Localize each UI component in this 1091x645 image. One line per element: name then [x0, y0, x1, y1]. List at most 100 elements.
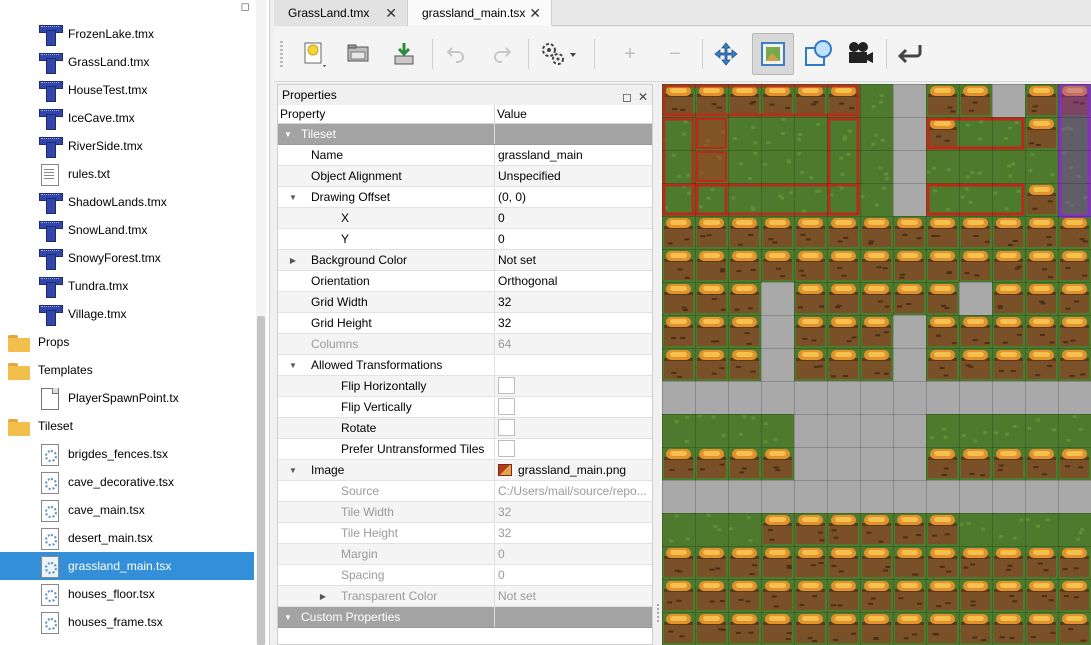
expand-arrow-icon[interactable]: ▼ [283, 124, 293, 144]
tree-item-icecave-tmx[interactable]: IceCave.tmx [0, 104, 254, 132]
property-row-margin[interactable]: Margin 0 [278, 544, 652, 565]
tree-item-templates[interactable]: Templates [0, 356, 254, 384]
tileset-view[interactable] [662, 84, 1091, 645]
checkbox-flip-vertically[interactable] [498, 398, 515, 416]
float-icon[interactable]: ◻ [622, 87, 632, 107]
tree-item-grassland-main-tsx[interactable]: grassland_main.tsx [0, 552, 254, 580]
undo-button[interactable] [438, 35, 474, 73]
back-button[interactable] [892, 35, 928, 73]
property-row-flip-vertically[interactable]: Flip Vertically [278, 397, 652, 418]
property-row-source[interactable]: Source C:/Users/mail/source/repo... [278, 481, 652, 502]
tree-item-houses-floor-tsx[interactable]: houses_floor.tsx [0, 580, 254, 608]
checkbox-flip-horizontally[interactable] [498, 377, 515, 395]
property-value[interactable] [495, 397, 652, 417]
property-row-allowed-transformations[interactable]: ▼ Allowed Transformations [278, 355, 652, 376]
property-row-background-color[interactable]: ▶ Background Color Not set [278, 250, 652, 271]
edit-animation-button[interactable] [842, 35, 878, 73]
tree-item-shadowlands-tmx[interactable]: ShadowLands.tmx [0, 188, 254, 216]
toolbar-grip[interactable] [280, 41, 283, 69]
tree-item-tundra-tmx[interactable]: Tundra.tmx [0, 272, 254, 300]
tileset-image[interactable] [662, 84, 1091, 645]
close-icon[interactable]: ✕ [638, 87, 648, 107]
property-value[interactable]: Not set [495, 250, 652, 270]
property-row-grid-width[interactable]: Grid Width 32 [278, 292, 652, 313]
property-value[interactable]: 32 [495, 313, 652, 333]
property-value[interactable]: (0, 0) [495, 187, 652, 207]
property-row-prefer-untransformed-tiles[interactable]: Prefer Untransformed Tiles [278, 439, 652, 460]
property-row-x[interactable]: X0 [278, 208, 652, 229]
property-row-orientation[interactable]: Orientation Orthogonal [278, 271, 652, 292]
edit-terrain-button[interactable] [752, 33, 794, 75]
property-row-columns[interactable]: Columns 64 [278, 334, 652, 355]
tree-item-brigdes-fences-tsx[interactable]: brigdes_fences.tsx [0, 440, 254, 468]
property-value[interactable]: Unspecified [495, 166, 652, 186]
tab-grassland-tmx[interactable]: GrassLand.tmx ✕ [274, 0, 408, 26]
panel-splitter[interactable] [654, 84, 662, 645]
close-icon[interactable]: ✕ [529, 5, 541, 22]
property-group-tileset[interactable]: ▼ Tileset [278, 124, 652, 145]
collapse-arrow-icon[interactable]: ▼ [288, 355, 298, 375]
tree-item-cave-main-tsx[interactable]: cave_main.tsx [0, 496, 254, 524]
property-row-spacing[interactable]: Spacing 0 [278, 565, 652, 586]
property-value[interactable]: 0 [495, 229, 652, 249]
tree-item-rules-txt[interactable]: rules.txt [0, 160, 254, 188]
property-row-rotate[interactable]: Rotate [278, 418, 652, 439]
tree-item-desert-main-tsx[interactable]: desert_main.tsx [0, 524, 254, 552]
close-icon[interactable]: ✕ [385, 5, 397, 22]
property-value[interactable]: 32 [495, 292, 652, 312]
tree-item-frozenlake-tmx[interactable]: FrozenLake.tmx [0, 20, 254, 48]
column-header-value[interactable]: Value [495, 105, 527, 123]
tree-item-playerspawnpoint-tx[interactable]: PlayerSpawnPoint.tx [0, 384, 254, 412]
tree-item-props[interactable]: Props [0, 328, 254, 356]
scrollbar-thumb[interactable] [257, 316, 265, 645]
tree-item-grassland-tmx[interactable]: GrassLand.tmx [0, 48, 254, 76]
tab-grassland-main-tsx[interactable]: grassland_main.tsx ✕ [408, 0, 552, 26]
project-scrollbar[interactable] [256, 0, 266, 645]
float-icon[interactable]: ◻ [241, 0, 250, 14]
collapse-arrow-icon[interactable]: ▼ [288, 187, 298, 207]
tree-item-cave-decorative-tsx[interactable]: cave_decorative.tsx [0, 468, 254, 496]
property-row-flip-horizontally[interactable]: Flip Horizontally [278, 376, 652, 397]
column-header-property[interactable]: Property [278, 105, 495, 123]
property-row-transparent-color[interactable]: ▶ Transparent Color Not set [278, 586, 652, 607]
property-row-image[interactable]: ▼ Image grassland_main.png [278, 460, 652, 481]
expand-arrow-icon[interactable]: ▶ [288, 250, 298, 270]
edit-collision-button[interactable] [800, 35, 836, 73]
property-value[interactable] [495, 355, 652, 375]
property-value[interactable] [495, 418, 652, 438]
collapse-arrow-icon[interactable]: ▼ [288, 460, 298, 480]
checkbox-rotate[interactable] [498, 419, 515, 437]
property-row-name[interactable]: Name grassland_main [278, 145, 652, 166]
tree-item-tileset[interactable]: Tileset [0, 412, 254, 440]
tree-item-riverside-tmx[interactable]: RiverSide.tmx [0, 132, 254, 160]
checkbox-prefer-untransformed-tiles[interactable] [498, 440, 515, 458]
property-value[interactable]: grassland_main.png [495, 460, 652, 480]
property-value[interactable] [495, 439, 652, 459]
property-row-y[interactable]: Y0 [278, 229, 652, 250]
property-value[interactable]: Orthogonal [495, 271, 652, 291]
tileset-properties-button[interactable] [534, 35, 584, 73]
tree-item-village-tmx[interactable]: Village.tmx [0, 300, 254, 328]
expand-arrow-icon[interactable]: ▼ [283, 607, 293, 627]
tree-item-snowland-tmx[interactable]: SnowLand.tmx [0, 216, 254, 244]
property-row-tile-width[interactable]: Tile Width 32 [278, 502, 652, 523]
rearrange-tiles-button[interactable] [708, 35, 744, 73]
property-row-grid-height[interactable]: Grid Height 32 [278, 313, 652, 334]
remove-tiles-button[interactable]: − [657, 35, 693, 73]
expand-arrow-icon[interactable]: ▶ [318, 586, 328, 606]
tree-item-snowyforest-tmx[interactable]: SnowyForest.tmx [0, 244, 254, 272]
open-button[interactable] [340, 35, 376, 73]
property-value[interactable] [495, 376, 652, 396]
new-tileset-button[interactable] [296, 35, 332, 73]
tree-item-houses-frame-tsx[interactable]: houses_frame.tsx [0, 608, 254, 636]
property-row-tile-height[interactable]: Tile Height 32 [278, 523, 652, 544]
save-button[interactable] [386, 35, 422, 73]
property-row-object-alignment[interactable]: Object Alignment Unspecified [278, 166, 652, 187]
redo-button[interactable] [484, 35, 520, 73]
property-row-drawing-offset[interactable]: ▼ Drawing Offset (0, 0) [278, 187, 652, 208]
property-group-custom-properties[interactable]: ▼ Custom Properties [278, 607, 652, 628]
tree-item-housetest-tmx[interactable]: HouseTest.tmx [0, 76, 254, 104]
property-value[interactable]: grassland_main [495, 145, 652, 165]
property-value[interactable]: 0 [495, 208, 652, 228]
add-tiles-button[interactable]: + [612, 35, 648, 73]
